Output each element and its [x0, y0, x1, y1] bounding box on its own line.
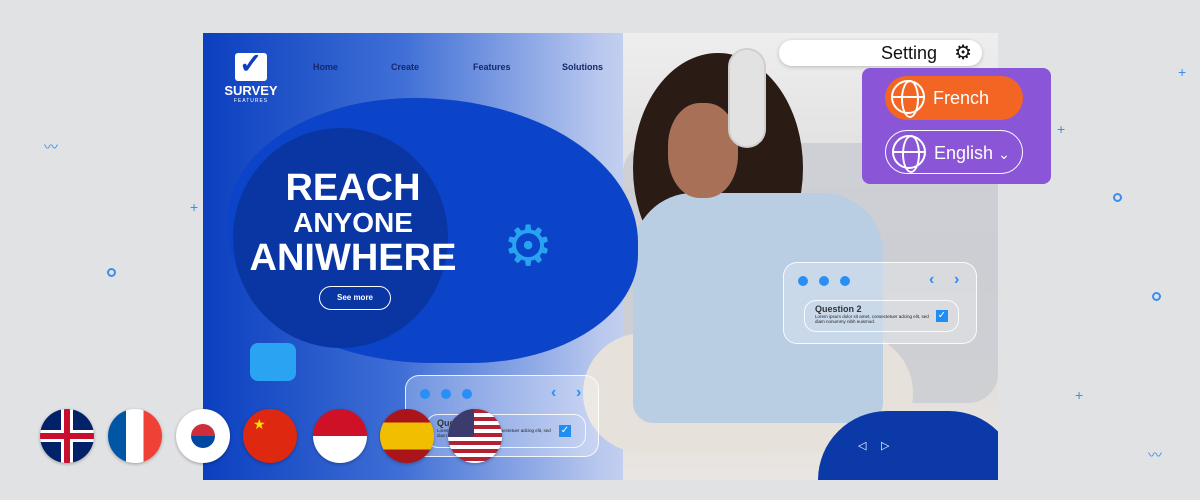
see-more-button[interactable]: See more: [319, 286, 391, 310]
chevron-left-icon[interactable]: ‹: [929, 272, 934, 288]
flag-indonesia[interactable]: [313, 409, 367, 463]
flag-uk[interactable]: [40, 409, 94, 463]
gear-icon: ⚙: [954, 42, 972, 64]
checkbox-checked[interactable]: ✓: [559, 425, 571, 437]
prev-slide-icon[interactable]: ◁: [858, 441, 866, 452]
chevron-down-icon: ⌄: [998, 146, 1010, 162]
globe-icon: [892, 135, 926, 173]
language-panel: French English ⌄: [862, 68, 1051, 184]
flag-south-korea[interactable]: [176, 409, 230, 463]
question-card: ‹ › Question Lorem ipsum dolor sit amet,…: [405, 375, 599, 457]
ring-decoration: [1113, 193, 1122, 202]
nav-features[interactable]: Features: [473, 62, 511, 72]
plus-decoration: +: [1057, 121, 1066, 137]
language-label: French: [933, 88, 990, 108]
question-card: ‹ › Question 2 Lorem ipsum dolor sit ame…: [783, 262, 977, 344]
nav-create[interactable]: Create: [391, 62, 419, 72]
wave-decoration: 〰: [1148, 447, 1162, 463]
setting-button[interactable]: Setting ⚙: [779, 40, 982, 66]
flag-france[interactable]: [108, 409, 162, 463]
setting-label: Setting: [881, 43, 938, 63]
dot-icon: [798, 276, 808, 286]
language-option-french[interactable]: French: [885, 76, 1023, 120]
brand-sub: FEATURES: [233, 98, 269, 104]
dot-icon: [441, 389, 451, 399]
hero-line-3: ANIWHERE: [249, 237, 457, 279]
chevron-right-icon[interactable]: ›: [576, 385, 581, 401]
plus-decoration: +: [190, 199, 199, 215]
flag-china[interactable]: ★: [243, 409, 297, 463]
plus-decoration: +: [1178, 64, 1187, 80]
chat-icon: [250, 343, 296, 381]
hero-heading: REACH ANYONE ANIWHERE: [233, 169, 473, 277]
flag-usa[interactable]: [448, 409, 502, 463]
dot-icon: [462, 389, 472, 399]
hero-line-2: ANYONE: [293, 207, 413, 238]
logo[interactable]: SURVEY FEATURES: [221, 47, 281, 104]
globe-icon: [891, 80, 925, 118]
language-select-english[interactable]: English ⌄: [885, 130, 1023, 174]
checkmark-logo-icon: [235, 47, 267, 81]
brand-name: SURVEY: [224, 83, 278, 98]
checkbox-checked[interactable]: ✓: [936, 310, 948, 322]
headphones: [728, 48, 766, 148]
dot-icon: [840, 276, 850, 286]
dot-icon: [819, 276, 829, 286]
chevron-left-icon[interactable]: ‹: [551, 385, 556, 401]
ring-decoration: [1152, 292, 1161, 301]
nav-home[interactable]: Home: [313, 62, 338, 72]
wave-decoration: 〰: [44, 139, 58, 155]
flag-spain[interactable]: [380, 409, 434, 463]
gear-icon: ⚙: [503, 214, 554, 277]
next-slide-icon[interactable]: ▷: [881, 441, 889, 452]
hero-line-1: REACH: [285, 167, 421, 209]
question-text: Lorem ipsum dolor sit amet, consectetuer…: [815, 314, 929, 324]
language-label: English: [934, 143, 994, 163]
question-item[interactable]: Question 2 Lorem ipsum dolor sit amet, c…: [804, 300, 959, 332]
question-title: Question 2: [815, 304, 862, 314]
nav-solutions[interactable]: Solutions: [562, 62, 603, 72]
ring-decoration: [107, 268, 116, 277]
dot-icon: [420, 389, 430, 399]
plus-decoration: +: [1075, 387, 1084, 403]
chevron-right-icon[interactable]: ›: [954, 272, 959, 288]
